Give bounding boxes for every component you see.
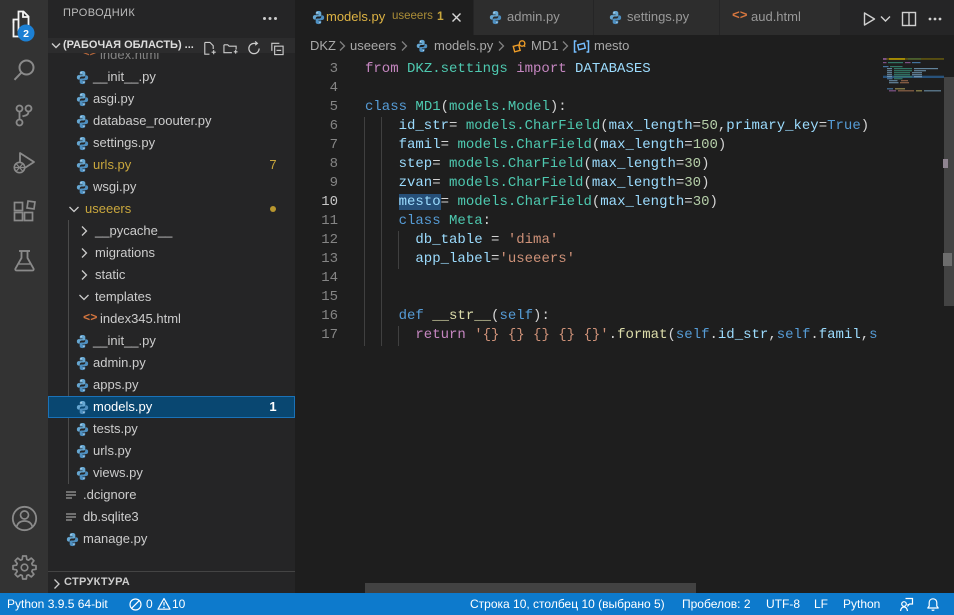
svg-text:2: 2 [23, 28, 29, 40]
